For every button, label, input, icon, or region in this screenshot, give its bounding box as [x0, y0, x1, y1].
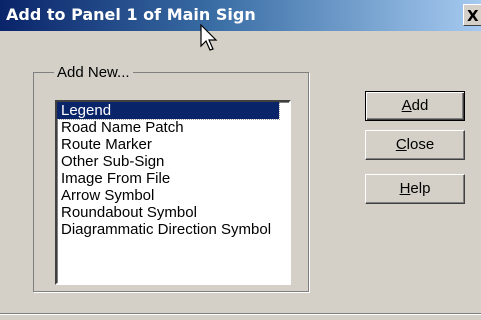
add-new-label: Add New...: [54, 64, 133, 81]
add-button[interactable]: Add: [365, 91, 465, 121]
item-list: Legend Road Name Patch Route Marker Other S…: [57, 102, 289, 238]
close-button[interactable]: Close: [365, 130, 465, 160]
add-item-listbox[interactable]: Legend Road Name Patch Route Marker Other S…: [55, 100, 291, 285]
list-item[interactable]: Image From File: [57, 170, 289, 187]
list-item[interactable]: Road Name Patch: [57, 119, 289, 136]
help-button[interactable]: Help: [365, 174, 465, 204]
bottom-separator: [0, 313, 481, 315]
list-item[interactable]: Legend: [57, 102, 280, 120]
list-item[interactable]: Arrow Symbol: [57, 187, 289, 204]
window-title: Add to Panel 1 of Main Sign: [6, 5, 256, 24]
close-window-button[interactable]: X: [463, 4, 481, 26]
list-item[interactable]: Route Marker: [57, 136, 289, 153]
title-bar[interactable]: Add to Panel 1 of Main Sign X: [0, 0, 481, 31]
list-item[interactable]: Roundabout Symbol: [57, 204, 289, 221]
list-item[interactable]: Other Sub-Sign: [57, 153, 289, 170]
list-item[interactable]: Diagrammatic Direction Symbol: [57, 221, 289, 238]
mouse-pointer-icon: [200, 24, 218, 51]
